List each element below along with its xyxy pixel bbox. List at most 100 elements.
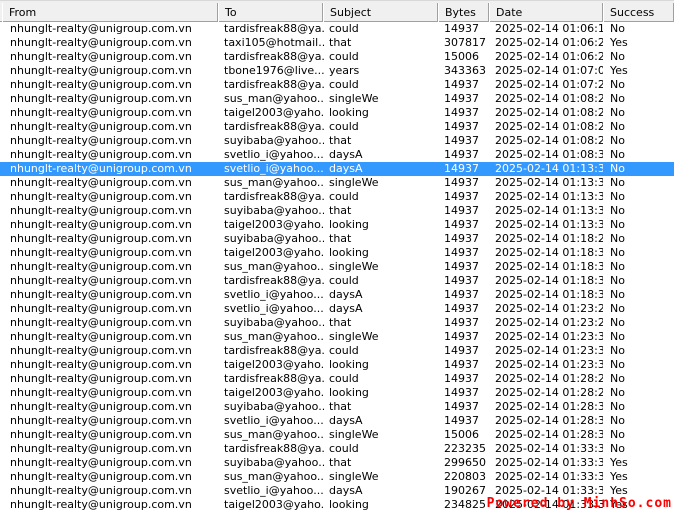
cell-success: No xyxy=(610,260,625,273)
cell-date: 2025-02-14 01:06:27 xyxy=(495,50,603,63)
cell-success: No xyxy=(610,78,625,91)
cell-from: nhunglt-realty@unigroup.com.vn xyxy=(10,484,192,497)
cell-date: 2025-02-14 01:07:22 xyxy=(495,78,603,91)
cell-date: 2025-02-14 01:13:30 xyxy=(495,162,603,175)
cell-success: No xyxy=(610,176,625,189)
cell-date: 2025-02-14 01:18:29 xyxy=(495,232,603,245)
cell-date: 2025-02-14 01:13:30 xyxy=(495,190,603,203)
cell-success: No xyxy=(610,400,625,413)
table-row[interactable]: nhunglt-realty@unigroup.com.vn sus_man@ya… xyxy=(0,330,674,344)
cell-date: 2025-02-14 01:28:31 xyxy=(495,428,603,441)
cell-to: taigel2003@yaho... xyxy=(224,246,324,259)
table-row[interactable]: nhunglt-realty@unigroup.com.vn taigel2003… xyxy=(0,218,674,232)
cell-subject: daysA xyxy=(329,162,363,175)
cell-bytes: 343363 xyxy=(444,64,486,77)
table-row[interactable]: nhunglt-realty@unigroup.com.vn tbone1976@… xyxy=(0,64,674,78)
email-log-window: From To Subject Bytes Date Success nhung… xyxy=(0,0,674,511)
cell-bytes: 14937 xyxy=(444,288,479,301)
cell-subject: looking xyxy=(329,358,369,371)
cell-subject: could xyxy=(329,120,359,133)
cell-bytes: 14937 xyxy=(444,246,479,259)
cell-to: tbone1976@live.... xyxy=(224,64,324,77)
cell-to: sus_man@yahoo.... xyxy=(224,260,324,273)
cell-from: nhunglt-realty@unigroup.com.vn xyxy=(10,162,192,175)
cell-subject: years xyxy=(329,64,360,77)
cell-date: 2025-02-14 01:28:30 xyxy=(495,400,603,413)
table-row[interactable]: nhunglt-realty@unigroup.com.vn suyibaba@y… xyxy=(0,204,674,218)
cell-success: No xyxy=(610,22,625,35)
cell-subject: looking xyxy=(329,386,369,399)
cell-subject: could xyxy=(329,372,359,385)
cell-bytes: 14937 xyxy=(444,400,479,413)
table-row[interactable]: nhunglt-realty@unigroup.com.vn tardisfrea… xyxy=(0,78,674,92)
table-row[interactable]: nhunglt-realty@unigroup.com.vn tardisfrea… xyxy=(0,50,674,64)
table-row[interactable]: nhunglt-realty@unigroup.com.vn suyibaba@y… xyxy=(0,134,674,148)
cell-bytes: 14937 xyxy=(444,78,479,91)
table-row[interactable]: nhunglt-realty@unigroup.com.vn tardisfrea… xyxy=(0,344,674,358)
table-row[interactable]: nhunglt-realty@unigroup.com.vn sus_man@ya… xyxy=(0,470,674,484)
table-row[interactable]: nhunglt-realty@unigroup.com.vn suyibaba@y… xyxy=(0,316,674,330)
cell-success: No xyxy=(610,218,625,231)
cell-from: nhunglt-realty@unigroup.com.vn xyxy=(10,106,192,119)
table-row[interactable]: nhunglt-realty@unigroup.com.vn svetlio_i@… xyxy=(0,288,674,302)
column-header-date[interactable]: Date xyxy=(489,3,603,22)
column-header-from[interactable]: From xyxy=(2,3,218,22)
cell-bytes: 307817 xyxy=(444,36,486,49)
table-row[interactable]: nhunglt-realty@unigroup.com.vn suyibaba@y… xyxy=(0,400,674,414)
table-row[interactable]: nhunglt-realty@unigroup.com.vn tardisfrea… xyxy=(0,442,674,456)
table-row[interactable]: nhunglt-realty@unigroup.com.vn tardisfrea… xyxy=(0,190,674,204)
table-row[interactable]: nhunglt-realty@unigroup.com.vn tardisfrea… xyxy=(0,372,674,386)
log-rows: nhunglt-realty@unigroup.com.vn tardisfrea… xyxy=(0,22,674,511)
table-row[interactable]: nhunglt-realty@unigroup.com.vn svetlio_i@… xyxy=(0,148,674,162)
cell-subject: daysA xyxy=(329,414,363,427)
table-row[interactable]: nhunglt-realty@unigroup.com.vn suyibaba@y… xyxy=(0,232,674,246)
column-header-subject[interactable]: Subject xyxy=(323,3,438,22)
table-row[interactable]: nhunglt-realty@unigroup.com.vn taigel2003… xyxy=(0,106,674,120)
email-log-listview[interactable]: From To Subject Bytes Date Success nhung… xyxy=(0,0,674,511)
cell-to: tardisfreak88@ya... xyxy=(224,78,324,91)
cell-success: No xyxy=(610,414,625,427)
cell-date: 2025-02-14 01:13:31 xyxy=(495,204,603,217)
cell-success: Yes xyxy=(610,64,628,77)
cell-date: 2025-02-14 01:13:30 xyxy=(495,176,603,189)
table-row[interactable]: nhunglt-realty@unigroup.com.vn sus_man@ya… xyxy=(0,260,674,274)
table-row[interactable]: nhunglt-realty@unigroup.com.vn sus_man@ya… xyxy=(0,176,674,190)
cell-from: nhunglt-realty@unigroup.com.vn xyxy=(10,176,192,189)
cell-subject: looking xyxy=(329,218,369,231)
cell-to: tardisfreak88@ya... xyxy=(224,372,324,385)
cell-to: tardisfreak88@ya... xyxy=(224,274,324,287)
table-row[interactable]: nhunglt-realty@unigroup.com.vn sus_man@ya… xyxy=(0,428,674,442)
table-row[interactable]: nhunglt-realty@unigroup.com.vn tardisfrea… xyxy=(0,120,674,134)
table-row[interactable]: nhunglt-realty@unigroup.com.vn svetlio_i@… xyxy=(0,302,674,316)
table-row[interactable]: nhunglt-realty@unigroup.com.vn svetlio_i@… xyxy=(0,414,674,428)
table-row[interactable]: nhunglt-realty@unigroup.com.vn suyibaba@y… xyxy=(0,456,674,470)
table-row[interactable]: nhunglt-realty@unigroup.com.vn svetlio_i@… xyxy=(0,162,674,176)
cell-subject: could xyxy=(329,274,359,287)
cell-from: nhunglt-realty@unigroup.com.vn xyxy=(10,456,192,469)
cell-to: tardisfreak88@ya... xyxy=(224,120,324,133)
cell-to: svetlio_i@yahoo.... xyxy=(224,484,324,497)
cell-date: 2025-02-14 01:28:30 xyxy=(495,414,603,427)
table-row[interactable]: nhunglt-realty@unigroup.com.vn taigel2003… xyxy=(0,246,674,260)
cell-bytes: 14937 xyxy=(444,176,479,189)
column-header-to[interactable]: To xyxy=(218,3,323,22)
table-row[interactable]: nhunglt-realty@unigroup.com.vn taigel2003… xyxy=(0,358,674,372)
cell-bytes: 234825 xyxy=(444,498,486,511)
column-header-success[interactable]: Success xyxy=(603,3,674,22)
table-row[interactable]: nhunglt-realty@unigroup.com.vn taigel2003… xyxy=(0,386,674,400)
cell-subject: could xyxy=(329,442,359,455)
cell-to: suyibaba@yahoo.... xyxy=(224,134,324,147)
cell-from: nhunglt-realty@unigroup.com.vn xyxy=(10,428,192,441)
table-row[interactable]: nhunglt-realty@unigroup.com.vn tardisfrea… xyxy=(0,22,674,36)
cell-from: nhunglt-realty@unigroup.com.vn xyxy=(10,442,192,455)
cell-to: taigel2003@yaho... xyxy=(224,498,324,511)
cell-success: No xyxy=(610,134,625,147)
column-header-bytes[interactable]: Bytes xyxy=(438,3,489,22)
cell-success: No xyxy=(610,302,625,315)
table-row[interactable]: nhunglt-realty@unigroup.com.vn tardisfrea… xyxy=(0,274,674,288)
cell-subject: daysA xyxy=(329,148,363,161)
cell-date: 2025-02-14 01:06:17 xyxy=(495,22,603,35)
table-row[interactable]: nhunglt-realty@unigroup.com.vn taxi105@ho… xyxy=(0,36,674,50)
table-row[interactable]: nhunglt-realty@unigroup.com.vn sus_man@ya… xyxy=(0,92,674,106)
cell-from: nhunglt-realty@unigroup.com.vn xyxy=(10,330,192,343)
